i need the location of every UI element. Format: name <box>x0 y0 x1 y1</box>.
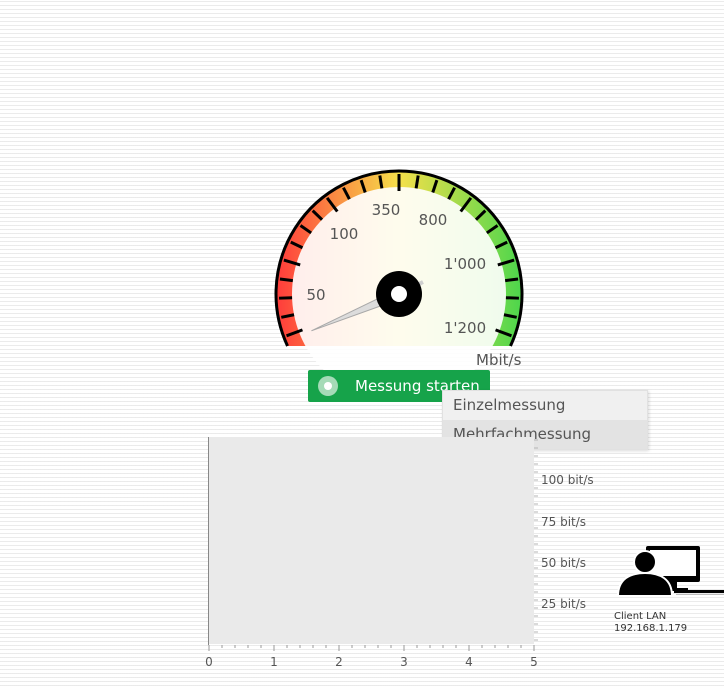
chart-minor-ticks <box>208 439 538 651</box>
client-device <box>614 544 724 604</box>
client-computer-icon <box>616 546 724 597</box>
y-tick-25: 25 bit/s <box>541 597 587 611</box>
x-tick-0: 0 <box>205 655 213 669</box>
client-label: Client LAN <box>614 611 667 622</box>
x-tick-3: 3 <box>400 655 408 669</box>
y-tick-100: 100 bit/s <box>541 473 594 487</box>
x-tick-2: 2 <box>335 655 343 669</box>
y-tick-50: 50 bit/s <box>541 556 587 570</box>
client-ip-address: 192.168.1.179 <box>614 623 688 634</box>
x-tick-4: 4 <box>465 655 473 669</box>
x-tick-5: 5 <box>530 655 538 669</box>
y-tick-75: 75 bit/s <box>541 515 587 529</box>
x-tick-1: 1 <box>270 655 278 669</box>
